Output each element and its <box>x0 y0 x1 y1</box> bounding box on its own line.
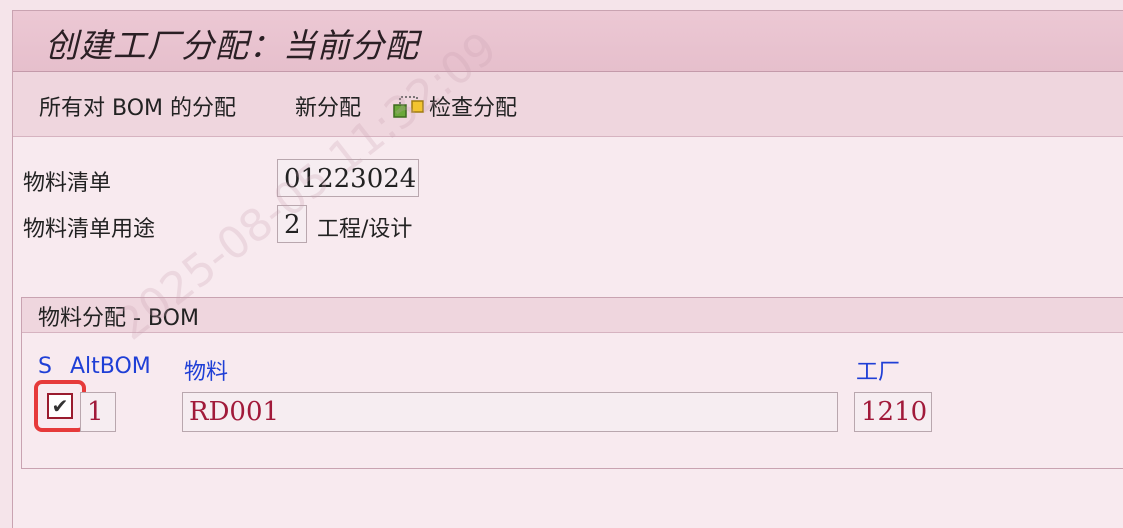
check-assignment-icon[interactable] <box>393 92 427 120</box>
column-header-altbom[interactable]: AltBOM <box>70 354 151 379</box>
check-assignment-button[interactable]: 检查分配 <box>429 90 517 122</box>
bom-field[interactable]: 01223024 <box>277 159 419 197</box>
plant-field[interactable]: 1210 <box>854 392 932 432</box>
group-title: 物料分配 - BOM <box>38 306 199 331</box>
bom-label: 物料清单 <box>23 171 112 196</box>
bom-usage-field[interactable]: 2 <box>277 205 307 243</box>
group-header: 物料分配 - BOM <box>22 298 1123 333</box>
title-bar: 创建工厂分配：当前分配 <box>13 11 1123 72</box>
material-assignment-group: 物料分配 - BOM S AltBOM 物料 工厂 ✔ 1 RD001 1210 <box>21 297 1123 469</box>
material-field[interactable]: RD001 <box>182 392 838 432</box>
column-header-material[interactable]: 物料 <box>184 354 228 386</box>
all-bom-assignments-button[interactable]: 所有对 BOM 的分配 <box>39 90 236 122</box>
row-selection-highlight: ✔ <box>34 380 86 432</box>
bom-usage-label: 物料清单用途 <box>23 217 156 242</box>
altbom-field[interactable]: 1 <box>80 392 116 432</box>
checkmark-icon: ✔ <box>51 394 69 418</box>
application-toolbar: 所有对 BOM 的分配 新分配 检查分配 <box>13 72 1123 137</box>
row-select-checkbox[interactable]: ✔ <box>47 393 73 419</box>
page-title: 创建工厂分配：当前分配 <box>45 26 419 65</box>
column-header-plant[interactable]: 工厂 <box>856 354 900 386</box>
new-assignment-button[interactable]: 新分配 <box>295 90 361 122</box>
main-window: 创建工厂分配：当前分配 所有对 BOM 的分配 新分配 检查分配 物料清单 01… <box>12 10 1123 528</box>
bom-usage-text: 工程/设计 <box>317 217 413 242</box>
column-header-s[interactable]: S <box>38 354 52 379</box>
